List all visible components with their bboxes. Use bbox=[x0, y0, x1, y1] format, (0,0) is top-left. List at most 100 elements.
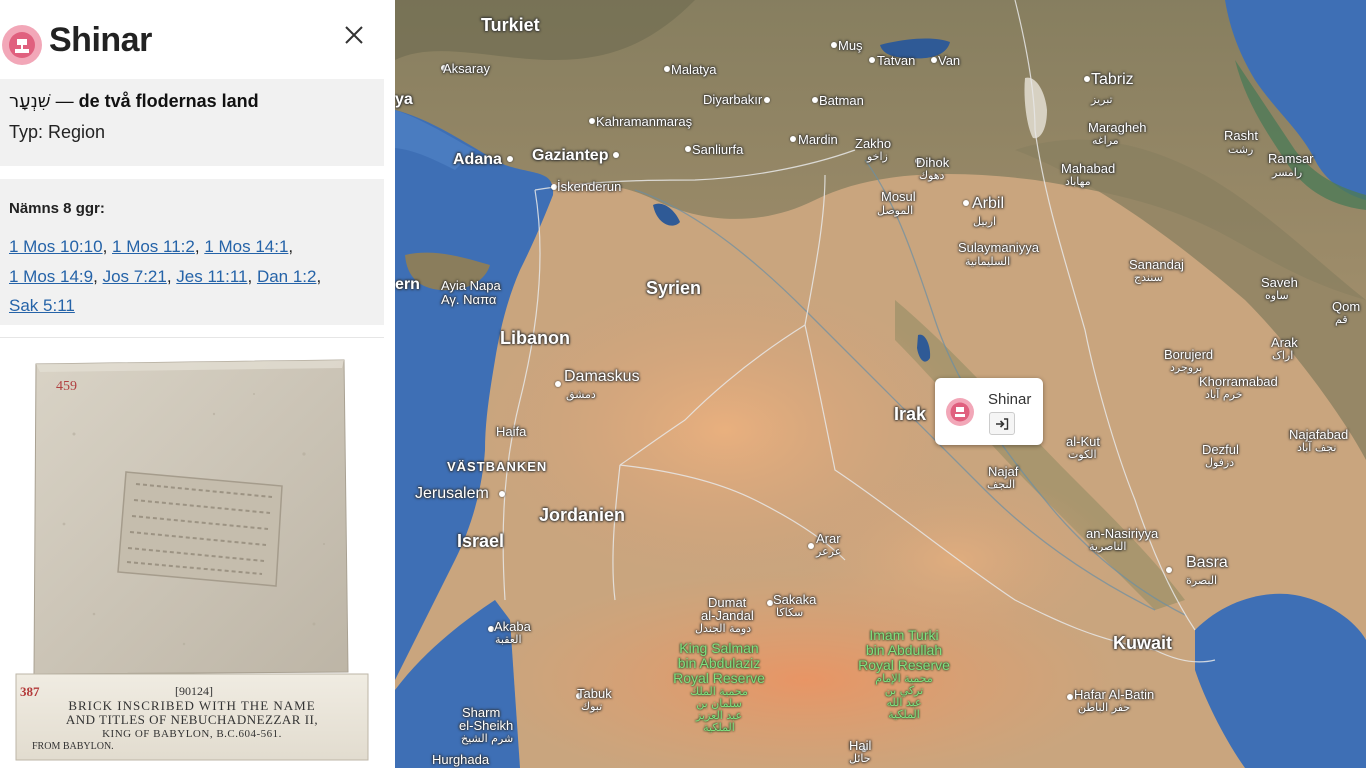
city-label-native: بروجرد bbox=[1170, 361, 1203, 374]
city-label-native: شرم الشيخ bbox=[461, 732, 514, 745]
city-label: Muş bbox=[838, 38, 863, 53]
city-label-native: سنندج bbox=[1134, 271, 1163, 284]
city-label: al-Jandal bbox=[701, 608, 754, 623]
close-button[interactable] bbox=[341, 22, 367, 48]
city-label-native: دمشق bbox=[566, 388, 596, 401]
city-label: Dezful bbox=[1202, 442, 1239, 457]
city-label: Mahabad bbox=[1061, 161, 1116, 176]
reference-link[interactable]: Dan 1:2 bbox=[257, 267, 317, 286]
catalog-number: [90124] bbox=[175, 684, 213, 698]
city-marker[interactable] bbox=[555, 381, 561, 387]
city-label: Akaba bbox=[494, 619, 531, 634]
city-label: Zakho bbox=[855, 136, 892, 151]
place-popup[interactable]: Shinar bbox=[935, 378, 1043, 445]
city-marker[interactable] bbox=[790, 136, 796, 142]
city-marker[interactable] bbox=[507, 156, 513, 162]
popup-place-name: Shinar bbox=[988, 391, 1032, 408]
city-label-native: الموصل bbox=[877, 204, 914, 217]
country-label: Kuwait bbox=[1113, 633, 1173, 653]
close-icon[interactable] bbox=[341, 22, 367, 48]
city-label: Arar bbox=[816, 531, 841, 546]
place-pin-icon bbox=[946, 398, 974, 426]
city-label: Mosul bbox=[881, 189, 916, 204]
reference-link[interactable]: 1 Mos 11:2 bbox=[112, 237, 195, 256]
country-label: ern bbox=[395, 276, 420, 293]
city-label-native: اربيل bbox=[973, 215, 997, 228]
city-marker[interactable] bbox=[664, 66, 670, 72]
place-sidebar: Shinar שִׁנְעָר — de två flodernas land … bbox=[0, 0, 395, 768]
map-view[interactable]: Turkiet Syrien Libanon Irak Jordanien Is… bbox=[395, 0, 1366, 768]
place-title: Shinar bbox=[49, 21, 152, 59]
city-label: Van bbox=[938, 53, 961, 68]
city-marker[interactable] bbox=[1166, 567, 1172, 573]
sidebar-header: Shinar bbox=[0, 0, 395, 80]
city-label-native: Αγ. Ναπα bbox=[441, 292, 497, 307]
country-label: Libanon bbox=[500, 328, 570, 348]
region-label: VÄSTBANKEN bbox=[447, 459, 548, 474]
reserve-label: King Salman bin Abdulaziz Royal Reserve … bbox=[673, 640, 765, 734]
city-label-native: دزفول bbox=[1205, 456, 1235, 469]
city-label: Hail bbox=[849, 738, 872, 753]
city-label: Najafabad bbox=[1289, 427, 1349, 442]
city-label-native: حفر الباطن bbox=[1078, 701, 1131, 714]
open-place-button[interactable] bbox=[989, 412, 1015, 435]
city-marker[interactable] bbox=[869, 57, 875, 63]
city-marker[interactable] bbox=[963, 200, 969, 206]
city-marker[interactable] bbox=[685, 146, 691, 152]
reference-link[interactable]: 1 Mos 10:10 bbox=[9, 237, 103, 256]
city-label: Najaf bbox=[988, 464, 1019, 479]
city-marker[interactable] bbox=[1084, 76, 1090, 82]
city-label: Tabuk bbox=[577, 686, 612, 701]
city-label: Ramsar bbox=[1268, 151, 1314, 166]
sign-in-arrow-icon bbox=[996, 417, 1009, 430]
city-label: Sanliurfa bbox=[692, 142, 744, 157]
brick-photo: 459 387 [90124] BRICK INSCRIBED WITH THE… bbox=[15, 359, 369, 761]
brick-number: 459 bbox=[56, 379, 77, 394]
city-label-native: النجف bbox=[987, 478, 1016, 491]
city-label: Hafar Al-Batin bbox=[1074, 687, 1155, 702]
divider bbox=[0, 337, 384, 338]
city-marker[interactable] bbox=[764, 97, 770, 103]
city-label: İskenderun bbox=[557, 179, 622, 194]
city-label: Gaziantep bbox=[532, 147, 609, 164]
country-label: Jordanien bbox=[539, 505, 626, 525]
city-label: Malatya bbox=[671, 62, 717, 77]
city-marker[interactable] bbox=[1067, 694, 1073, 700]
city-marker[interactable] bbox=[808, 543, 814, 549]
city-marker[interactable] bbox=[499, 491, 505, 497]
city-marker[interactable] bbox=[931, 57, 937, 63]
city-label-native: نجف آباد bbox=[1297, 441, 1337, 454]
city-label: Sulaymaniyya bbox=[958, 240, 1039, 255]
city-label: Sakaka bbox=[773, 592, 817, 607]
city-label: Khorramabad bbox=[1199, 374, 1278, 389]
reference-link[interactable]: 1 Mos 14:1 bbox=[204, 237, 288, 256]
city-label: Borujerd bbox=[1164, 347, 1214, 362]
city-label-native: السليمانية bbox=[965, 255, 1011, 268]
city-label: Damaskus bbox=[564, 368, 640, 385]
city-label: Tatvan bbox=[877, 53, 916, 68]
cuneiform-stamp bbox=[117, 471, 283, 587]
country-label: Irak bbox=[894, 404, 927, 424]
city-label-native: الكوت bbox=[1068, 448, 1097, 461]
city-marker[interactable] bbox=[831, 42, 837, 48]
name-separator: — bbox=[50, 91, 79, 111]
reserve-label: Imam Turki bin Abdullah Royal Reserve مح… bbox=[858, 627, 950, 721]
reference-link[interactable]: Jos 7:21 bbox=[103, 267, 167, 286]
city-label-native: تبوك bbox=[581, 700, 603, 713]
city-label-native: خرم آباد bbox=[1205, 388, 1243, 401]
city-label: Kahramanmaraş bbox=[596, 114, 693, 129]
city-label: Aksaray bbox=[443, 61, 490, 76]
city-marker[interactable] bbox=[589, 118, 595, 124]
city-label-native: دومة الجندل bbox=[695, 622, 752, 635]
city-marker[interactable] bbox=[613, 152, 619, 158]
reference-link[interactable]: Jes 11:11 bbox=[176, 267, 247, 286]
city-marker[interactable] bbox=[812, 97, 818, 103]
country-label: Syrien bbox=[646, 278, 702, 298]
city-label: Basra bbox=[1186, 554, 1228, 571]
city-label-native: تبريز bbox=[1091, 93, 1113, 106]
city-label: Haifa bbox=[496, 424, 527, 439]
caption-line: KING OF BABYLON, B.C.604-561. bbox=[102, 728, 282, 740]
reference-link[interactable]: Sak 5:11 bbox=[9, 296, 75, 315]
mentions-card: Nämns 8 ggr: 1 Mos 10:10, 1 Mos 11:2, 1 … bbox=[0, 179, 384, 325]
reference-link[interactable]: 1 Mos 14:9 bbox=[9, 267, 93, 286]
